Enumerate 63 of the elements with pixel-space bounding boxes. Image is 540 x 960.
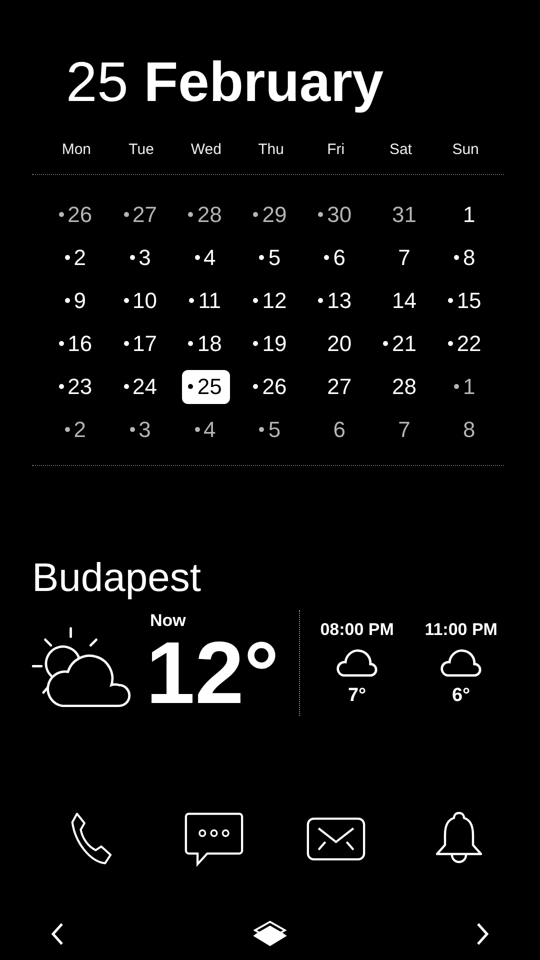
cloud-icon [440, 649, 482, 679]
calendar-day[interactable]: 30 [312, 198, 360, 232]
weekday-label: Mon [60, 140, 92, 160]
weekday-label: Sun [451, 140, 480, 160]
calendar-day[interactable]: 6 [318, 412, 354, 446]
calendar-day[interactable]: 6 [318, 240, 354, 274]
calendar-day[interactable]: 26 [247, 370, 295, 404]
weekday-label: Wed [190, 140, 222, 160]
calendar-day[interactable]: 20 [312, 326, 360, 360]
calendar-day[interactable]: 7 [383, 240, 418, 274]
forecast-time: 11:00 PM [424, 619, 498, 641]
calendar-day[interactable]: 1 [448, 198, 484, 232]
calendar-day[interactable]: 25 [182, 370, 230, 404]
calendar-day[interactable]: 2 [58, 412, 94, 446]
calendar-day[interactable]: 3 [124, 240, 159, 274]
layers-icon[interactable] [251, 920, 289, 948]
weekday-label: Thu [257, 140, 285, 160]
calendar-day[interactable]: 24 [118, 370, 166, 404]
city-name: Budapest [31, 555, 202, 602]
weekday-label: Tue [128, 140, 155, 160]
weekday-label: Sat [388, 140, 413, 160]
forecast-temperature: 7° [348, 685, 366, 707]
calendar-day[interactable]: 8 [448, 412, 484, 446]
calendar-day[interactable]: 7 [383, 412, 418, 446]
calendar-day[interactable]: 5 [253, 240, 289, 274]
calendar-day[interactable]: 13 [312, 284, 360, 318]
back-icon[interactable] [50, 922, 64, 946]
calendar-day[interactable]: 2 [58, 240, 94, 274]
calendar-day[interactable]: 26 [52, 198, 100, 232]
calendar-day[interactable]: 27 [312, 370, 360, 404]
calendar-day[interactable]: 31 [376, 198, 424, 232]
forward-icon[interactable] [476, 922, 490, 946]
calendar-day[interactable]: 5 [253, 412, 289, 446]
calendar-day[interactable]: 4 [188, 240, 224, 274]
calendar-day[interactable]: 28 [182, 198, 230, 232]
calendar-day[interactable]: 28 [376, 370, 424, 404]
calendar-day[interactable]: 14 [376, 284, 424, 318]
date-title: 25 February [65, 49, 384, 114]
forecast-time: 08:00 PM [320, 619, 394, 641]
calendar-day[interactable]: 15 [442, 284, 490, 318]
calendar-day[interactable]: 23 [52, 370, 100, 404]
calendar-day[interactable]: 9 [58, 284, 94, 318]
calendar-day[interactable]: 1 [448, 370, 484, 404]
calendar-day[interactable]: 10 [118, 284, 166, 318]
calendar-day[interactable]: 12 [247, 284, 295, 318]
calendar-day[interactable]: 16 [52, 326, 100, 360]
calendar-day[interactable]: 11 [183, 284, 230, 318]
calendar-day[interactable]: 22 [442, 326, 490, 360]
current-temperature: 12° [146, 631, 280, 715]
forecast-temperature: 6° [452, 685, 470, 707]
weekday-label: Fri [326, 140, 346, 160]
calendar-day[interactable]: 4 [188, 412, 224, 446]
calendar-day[interactable]: 8 [448, 240, 484, 274]
calendar-day[interactable]: 3 [124, 412, 159, 446]
message-icon[interactable] [184, 811, 244, 867]
calendar-day[interactable]: 21 [376, 326, 424, 360]
calendar-day[interactable]: 27 [118, 198, 166, 232]
calendar-day[interactable]: 19 [247, 326, 295, 360]
now-label: Now [149, 611, 187, 631]
cloud-icon [336, 649, 378, 679]
calendar-day[interactable]: 17 [118, 326, 166, 360]
calendar-day[interactable]: 29 [247, 198, 295, 232]
calendar-day[interactable]: 18 [182, 326, 230, 360]
